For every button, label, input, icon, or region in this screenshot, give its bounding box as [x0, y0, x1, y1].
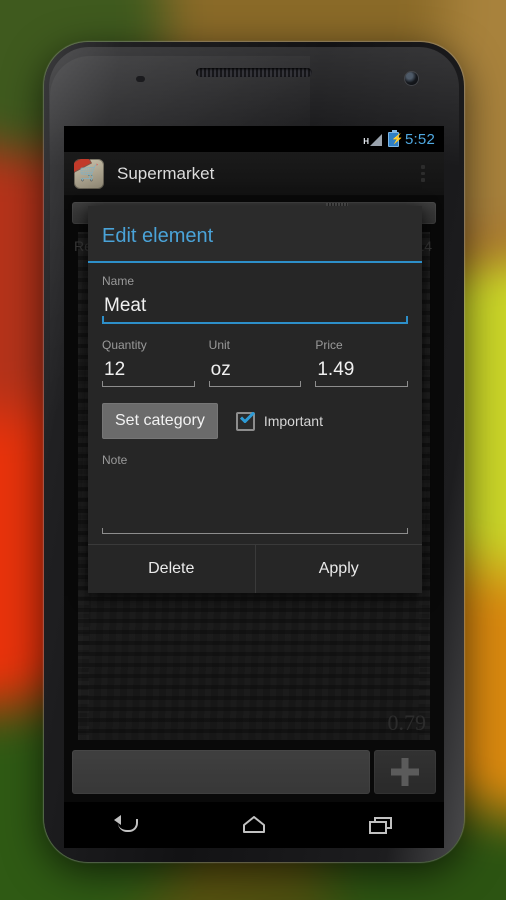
navigation-bar	[64, 802, 444, 848]
price-input[interactable]: 1.49	[315, 357, 409, 387]
dialog-title: Edit element	[88, 206, 422, 263]
phone-screen: H ⚡ 5:52 🛒 Supermarket · · · · · ·	[64, 126, 444, 802]
overflow-menu-icon[interactable]	[410, 157, 436, 191]
home-icon[interactable]	[237, 812, 271, 838]
quantity-input[interactable]: 12	[102, 357, 195, 387]
note-field-group: Note	[102, 453, 408, 534]
quantity-label: Quantity	[102, 338, 147, 352]
important-checkbox-group[interactable]: Important	[235, 411, 323, 431]
status-bar-clock: 5:52	[405, 130, 435, 148]
important-label: Important	[263, 413, 323, 429]
apply-button[interactable]: Apply	[256, 545, 423, 593]
battery-charging-icon: ⚡	[388, 129, 403, 147]
note-input[interactable]	[102, 472, 408, 534]
unit-input[interactable]: oz	[208, 357, 302, 387]
note-label: Note	[102, 453, 128, 467]
checkmark-icon	[239, 411, 255, 423]
phone-device: H ⚡ 5:52 🛒 Supermarket · · · · · ·	[44, 42, 464, 862]
set-category-button[interactable]: Set category	[102, 403, 218, 439]
important-checkbox[interactable]	[235, 411, 255, 431]
name-input[interactable]: Meat	[102, 293, 408, 324]
network-type-label: H	[363, 137, 369, 146]
delete-button[interactable]: Delete	[88, 545, 255, 593]
earpiece-speaker	[196, 68, 312, 77]
signal-triangle-icon: H	[363, 132, 382, 146]
page-title: Supermarket	[117, 163, 215, 183]
action-bar: 🛒 Supermarket	[64, 152, 444, 196]
unit-field-group: Unit oz	[208, 338, 302, 387]
dialog-actions: Delete Apply	[88, 544, 422, 593]
category-and-important-row: Set category Important	[102, 403, 408, 439]
price-label: Price	[315, 338, 343, 352]
recents-icon[interactable]	[364, 812, 398, 838]
unit-label: Unit	[208, 338, 231, 352]
back-icon[interactable]	[110, 812, 144, 838]
quantity-unit-price-row: Quantity 12 Unit oz Price 1.49	[102, 338, 409, 387]
price-field-group: Price 1.49	[315, 338, 409, 387]
edit-element-dialog: Edit element Name Meat Quantity 12 Unit	[88, 206, 422, 593]
proximity-sensor	[136, 76, 145, 82]
list-content: · · · · · · Rem .14 0.79 Edit element	[64, 196, 444, 802]
status-bar: H ⚡ 5:52	[64, 126, 444, 152]
name-label: Name	[102, 274, 135, 288]
shopping-cart-app-icon: 🛒	[74, 158, 104, 189]
front-camera	[405, 72, 418, 85]
quantity-field-group: Quantity 12	[102, 338, 195, 387]
name-field-group: Name Meat	[102, 274, 408, 324]
